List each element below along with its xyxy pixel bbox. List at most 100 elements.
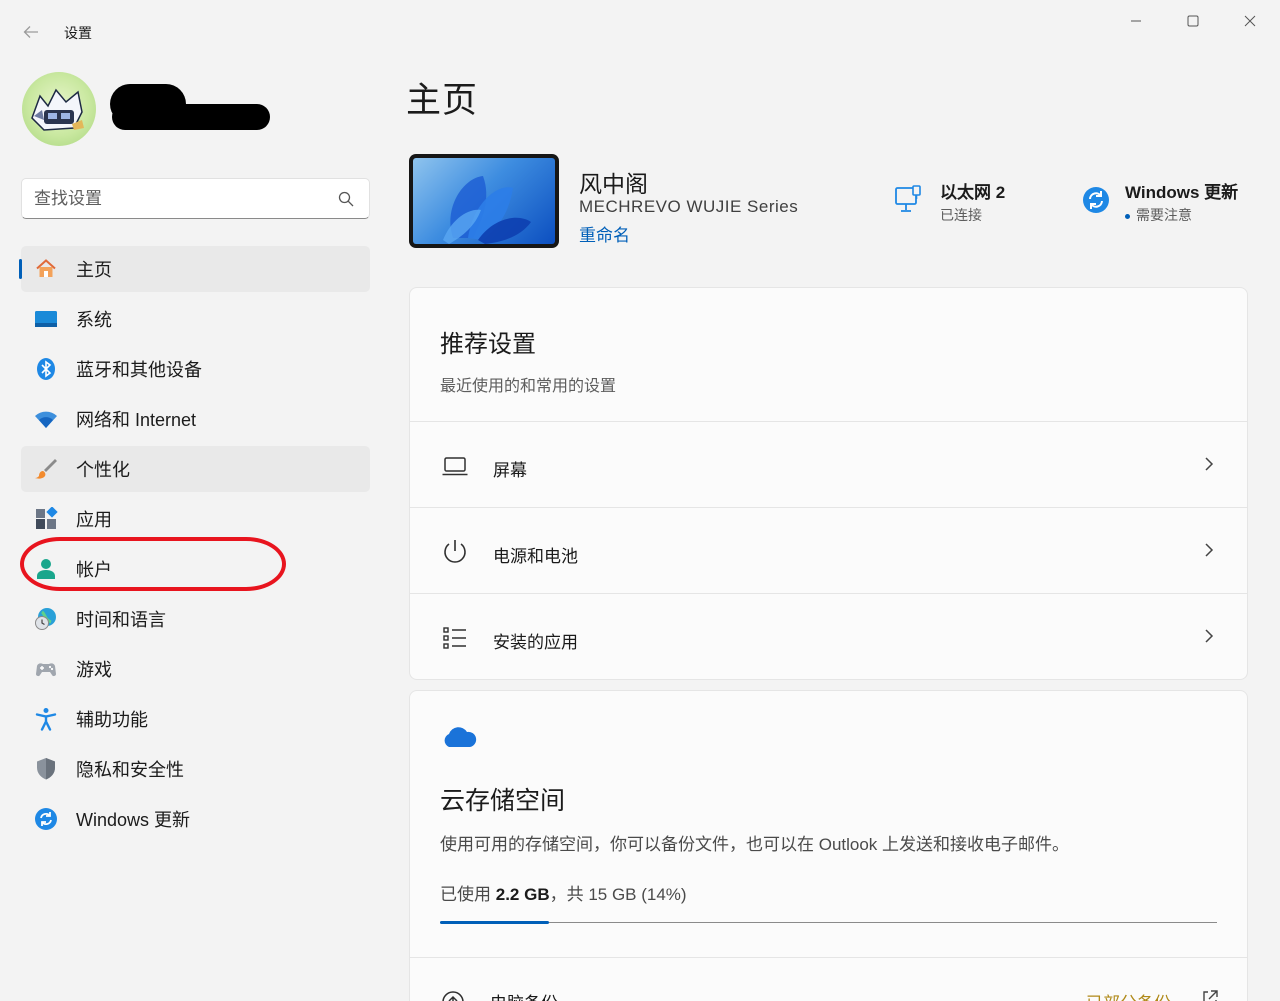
sidebar-item-windows-update[interactable]: Windows 更新 <box>21 796 370 842</box>
sidebar-item-label: 蓝牙和其他设备 <box>76 360 202 380</box>
device-thumbnail[interactable] <box>409 154 559 248</box>
back-button[interactable] <box>16 18 46 46</box>
recommended-item-installed-apps[interactable]: 安装的应用 <box>410 594 1247 679</box>
active-indicator <box>19 259 22 279</box>
chevron-right-icon <box>1205 543 1214 557</box>
wallpaper-image <box>413 158 555 244</box>
sidebar-item-label: 应用 <box>76 510 112 530</box>
avatar-character-icon <box>31 88 84 131</box>
card-title: 推荐设置 <box>440 331 536 358</box>
sidebar-nav: 主页 系统 蓝牙和其他设备 网络和 Internet 个性化 应用 帐户 时间和… <box>19 246 370 846</box>
monitor-icon <box>34 307 58 331</box>
storage-used: 2.2 GB <box>495 885 550 904</box>
minimize-button[interactable] <box>1113 6 1159 36</box>
sidebar-item-accessibility[interactable]: 辅助功能 <box>21 696 370 742</box>
recommended-item-power[interactable]: 电源和电池 <box>410 508 1247 594</box>
recommended-item-label: 安装的应用 <box>493 633 578 652</box>
device-model: MECHREVO WUJIE Series <box>579 197 799 216</box>
recommended-settings-card: 推荐设置 最近使用的和常用的设置 屏幕 电源和电池 安装的应用 <box>409 287 1248 680</box>
sidebar-item-label: 隐私和安全性 <box>76 760 184 780</box>
laptop-icon <box>442 457 468 476</box>
network-status[interactable]: 以太网 2 已连接 <box>888 176 1048 228</box>
cloud-description: 使用可用的存储空间，你可以备份文件，也可以在 Outlook 上发送和接收电子邮… <box>440 835 1070 854</box>
update-icon <box>34 807 58 831</box>
list-icon <box>443 627 466 649</box>
apps-icon <box>34 507 58 531</box>
recommended-item-label: 电源和电池 <box>493 547 578 566</box>
progress-fill <box>440 921 549 924</box>
device-name: 风中阁 <box>579 171 648 197</box>
sidebar-item-label: 个性化 <box>76 460 130 480</box>
sidebar-item-privacy[interactable]: 隐私和安全性 <box>21 746 370 792</box>
card-header: 推荐设置 最近使用的和常用的设置 <box>410 288 1247 422</box>
sidebar-item-label: 游戏 <box>76 660 112 680</box>
title-bar: 设置 <box>0 0 1280 60</box>
bluetooth-icon <box>34 357 58 381</box>
external-link-icon[interactable] <box>1201 989 1219 1001</box>
attention-dot <box>1125 213 1130 219</box>
user-profile <box>20 72 360 148</box>
update-title: Windows 更新 <box>1125 183 1239 202</box>
power-icon <box>444 540 466 563</box>
minimize-icon <box>1131 20 1141 22</box>
search-box[interactable] <box>21 178 370 219</box>
sidebar-item-label: 辅助功能 <box>76 710 148 730</box>
sidebar-item-label: 系统 <box>76 310 112 330</box>
sidebar-item-network[interactable]: 网络和 Internet <box>21 396 370 442</box>
home-icon <box>34 257 58 281</box>
accessibility-icon <box>34 707 58 731</box>
account-icon <box>34 557 58 581</box>
shield-icon <box>34 757 58 781</box>
maximize-button[interactable] <box>1170 6 1216 36</box>
sidebar-item-gaming[interactable]: 游戏 <box>21 646 370 692</box>
page-title: 主页 <box>406 81 479 120</box>
update-icon <box>1083 187 1109 213</box>
cloud-storage-card: 云存储空间 使用可用的存储空间，你可以备份文件，也可以在 Outlook 上发送… <box>409 690 1248 1001</box>
backup-icon <box>442 991 464 1001</box>
back-arrow-icon <box>23 26 38 38</box>
sidebar-item-bluetooth[interactable]: 蓝牙和其他设备 <box>21 346 370 392</box>
redacted-username <box>110 84 270 130</box>
cloud-title: 云存储空间 <box>440 787 566 815</box>
sidebar-item-home[interactable]: 主页 <box>19 246 370 292</box>
network-name: 以太网 2 <box>940 183 1006 202</box>
globe-clock-icon <box>34 607 58 631</box>
app-title: 设置 <box>64 25 92 41</box>
windows-bloom-icon <box>443 176 531 244</box>
backup-status-link[interactable]: 已部分备份 <box>1086 989 1171 1001</box>
update-status-text: 需要注意 <box>1125 205 1192 225</box>
maximize-icon <box>1187 15 1199 27</box>
paintbrush-icon <box>34 457 58 481</box>
avatar[interactable] <box>22 72 96 146</box>
search-icon[interactable] <box>337 190 355 208</box>
onedrive-cloud-icon <box>444 727 477 747</box>
sidebar-item-label: Windows 更新 <box>76 810 191 830</box>
sidebar-item-apps[interactable]: 应用 <box>21 496 370 542</box>
wifi-icon <box>34 407 58 431</box>
rename-link[interactable]: 重命名 <box>579 221 630 246</box>
chevron-right-icon <box>1205 629 1214 643</box>
progress-track <box>440 922 1217 923</box>
sidebar-item-time-language[interactable]: 时间和语言 <box>21 596 370 642</box>
sidebar-item-label: 帐户 <box>76 560 112 580</box>
network-status-text: 已连接 <box>940 207 982 223</box>
chevron-right-icon <box>1205 457 1214 471</box>
divider <box>410 957 1247 958</box>
sidebar-item-label: 主页 <box>76 260 112 280</box>
card-subtitle: 最近使用的和常用的设置 <box>440 378 617 395</box>
storage-progress-bar <box>440 921 1217 924</box>
gamepad-icon <box>34 657 58 681</box>
search-input[interactable] <box>34 179 334 218</box>
storage-usage-text: 已使用 2.2 GB，共 15 GB (14%) <box>440 885 687 904</box>
sidebar-item-accounts[interactable]: 帐户 <box>21 546 370 592</box>
sidebar-item-system[interactable]: 系统 <box>21 296 370 342</box>
sidebar-item-label: 时间和语言 <box>76 610 166 630</box>
recommended-item-label: 屏幕 <box>493 461 527 480</box>
recommended-item-display[interactable]: 屏幕 <box>410 422 1247 508</box>
windows-update-status[interactable]: Windows 更新 需要注意 <box>1076 176 1256 228</box>
sidebar-item-personalization[interactable]: 个性化 <box>21 446 370 492</box>
close-icon <box>1244 15 1256 27</box>
sidebar-item-label: 网络和 Internet <box>76 410 197 430</box>
backup-label: 电脑备份 <box>490 989 558 1001</box>
close-button[interactable] <box>1227 6 1273 36</box>
